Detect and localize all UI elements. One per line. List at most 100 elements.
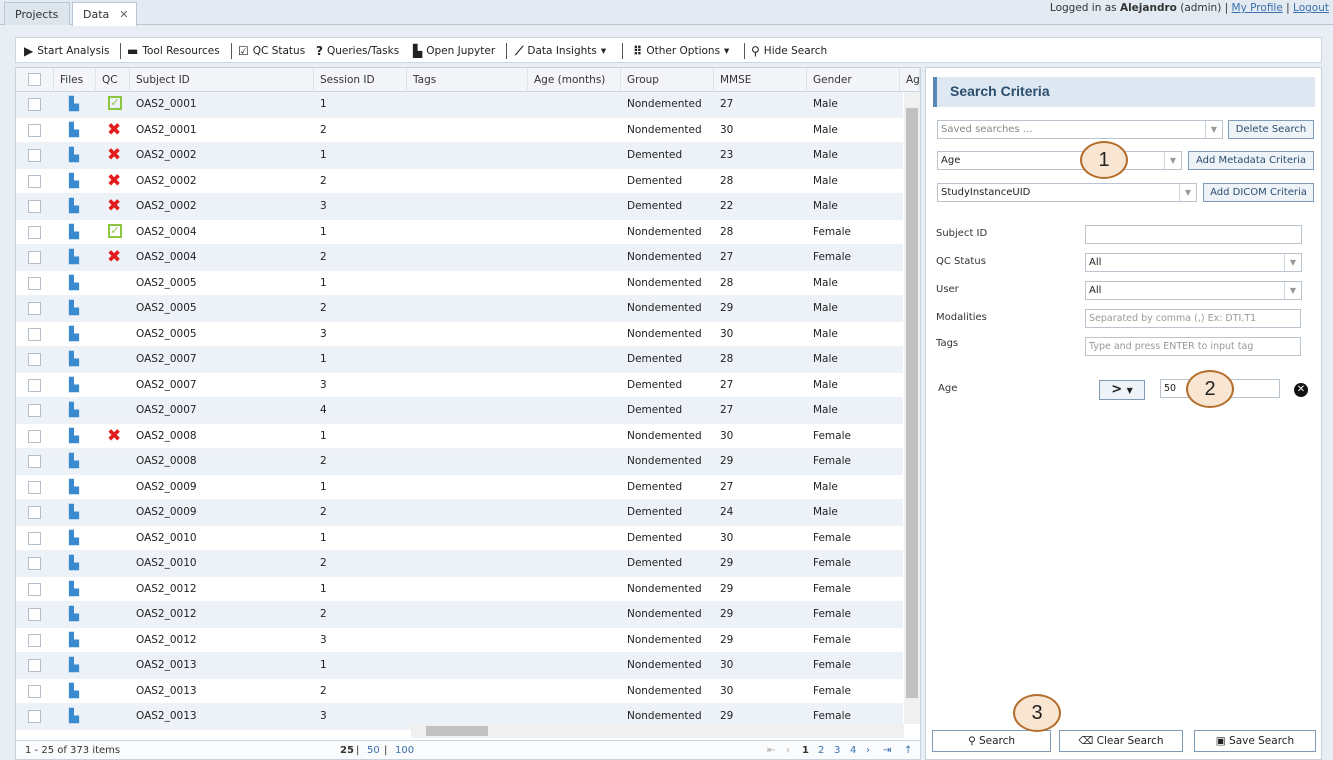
- row-checkbox[interactable]: [28, 633, 41, 647]
- qc-status-select[interactable]: All ▼: [1085, 253, 1302, 272]
- col-files[interactable]: Files: [54, 68, 96, 92]
- row-checkbox[interactable]: [28, 659, 41, 672]
- file-icon[interactable]: ▙: [69, 250, 81, 265]
- col-tags[interactable]: Tags: [407, 68, 528, 92]
- dicom-criteria-select[interactable]: StudyInstanceUID ▼: [937, 183, 1197, 202]
- table-row[interactable]: ▙ OAS2_0007 4 Demented 27 Male: [16, 398, 903, 424]
- row-checkbox[interactable]: [28, 98, 41, 111]
- search-button[interactable]: ⚲ Search: [932, 730, 1051, 752]
- last-page-icon[interactable]: ⇥: [883, 745, 891, 756]
- row-checkbox[interactable]: [28, 582, 41, 596]
- file-icon[interactable]: ▙: [69, 582, 81, 597]
- col-gender[interactable]: Gender: [807, 68, 900, 92]
- table-row[interactable]: ▙ OAS2_0013 1 Nondemented 30 Female: [16, 653, 903, 679]
- table-row[interactable]: ▙ ✖ OAS2_0008 1 Nondemented 30 Female: [16, 424, 903, 449]
- row-checkbox[interactable]: [28, 455, 41, 468]
- table-row[interactable]: ▙ OAS2_0013 2 Nondemented 30 Female: [16, 679, 903, 704]
- table-row[interactable]: ▙ OAS2_0012 3 Nondemented 29 Female: [16, 628, 903, 653]
- logout-link[interactable]: Logout: [1293, 2, 1329, 14]
- row-checkbox[interactable]: [28, 353, 41, 366]
- row-checkbox[interactable]: [28, 429, 41, 443]
- file-icon[interactable]: ▙: [69, 480, 81, 495]
- saved-searches-select[interactable]: Saved searches ... ▼: [937, 120, 1223, 139]
- row-checkbox[interactable]: [28, 531, 41, 545]
- col-age[interactable]: Ag: [900, 68, 920, 92]
- row-checkbox[interactable]: [28, 327, 41, 341]
- file-icon[interactable]: ▙: [69, 97, 81, 112]
- file-icon[interactable]: ▙: [69, 505, 81, 520]
- page-3[interactable]: 3: [834, 745, 840, 756]
- horizontal-scroll-thumb[interactable]: [426, 726, 488, 736]
- qc-status-button[interactable]: ☑ QC Status: [238, 42, 305, 60]
- file-icon[interactable]: ▙: [69, 658, 81, 673]
- subject-id-input[interactable]: [1085, 225, 1302, 244]
- table-row[interactable]: ▙ ✖ OAS2_0002 1 Demented 23 Male: [16, 143, 903, 169]
- next-page-icon[interactable]: ›: [866, 745, 870, 756]
- table-row[interactable]: ▙ OAS2_0007 3 Demented 27 Male: [16, 373, 903, 398]
- metadata-criteria-select[interactable]: Age ▼: [937, 151, 1182, 170]
- hide-search-button[interactable]: ⚲ Hide Search: [751, 42, 827, 60]
- file-icon[interactable]: ▙: [69, 531, 81, 546]
- clear-search-button[interactable]: ⌫ Clear Search: [1059, 730, 1183, 752]
- select-all-checkbox[interactable]: [28, 73, 41, 86]
- tab-projects[interactable]: Projects: [4, 2, 70, 25]
- file-icon[interactable]: ▙: [69, 301, 81, 316]
- col-mmse[interactable]: MMSE: [714, 68, 807, 92]
- table-row[interactable]: ▙ OAS2_0008 2 Nondemented 29 Female: [16, 449, 903, 475]
- table-row[interactable]: ▙ ✖ OAS2_0002 2 Demented 28 Male: [16, 169, 903, 194]
- table-row[interactable]: ▙ OAS2_0012 2 Nondemented 29 Female: [16, 602, 903, 628]
- file-icon[interactable]: ▙: [69, 403, 81, 418]
- my-profile-link[interactable]: My Profile: [1232, 2, 1283, 14]
- row-checkbox[interactable]: [28, 123, 41, 137]
- close-icon[interactable]: ✕: [119, 8, 128, 21]
- file-icon[interactable]: ▙: [69, 607, 81, 622]
- file-icon[interactable]: ▙: [69, 327, 81, 342]
- page-1[interactable]: 1: [802, 745, 809, 756]
- table-row[interactable]: ▙ OAS2_0005 3 Nondemented 30 Male: [16, 322, 903, 347]
- tool-resources-button[interactable]: ▬ Tool Resources: [127, 42, 220, 60]
- start-analysis-button[interactable]: ▶ Start Analysis: [24, 42, 109, 60]
- add-metadata-criteria-button[interactable]: Add Metadata Criteria: [1188, 151, 1314, 170]
- file-icon[interactable]: ▙: [69, 352, 81, 367]
- first-page-icon[interactable]: ⇤: [767, 745, 775, 756]
- table-row[interactable]: ▙ ✓ OAS2_0001 1 Nondemented 27 Male: [16, 92, 903, 118]
- tab-data[interactable]: Data ✕: [72, 2, 137, 26]
- file-icon[interactable]: ▙: [69, 633, 81, 648]
- page-4[interactable]: 4: [850, 745, 856, 756]
- row-checkbox[interactable]: [28, 276, 41, 290]
- row-checkbox[interactable]: [28, 608, 41, 621]
- file-icon[interactable]: ▙: [69, 174, 81, 189]
- vertical-scroll-thumb[interactable]: [906, 108, 918, 698]
- row-checkbox[interactable]: [28, 684, 41, 698]
- tags-input[interactable]: Type and press ENTER to input tag: [1085, 337, 1301, 356]
- file-icon[interactable]: ▙: [69, 684, 81, 699]
- col-subject-id[interactable]: Subject ID: [130, 68, 314, 92]
- save-search-button[interactable]: ▣ Save Search: [1194, 730, 1316, 752]
- row-checkbox[interactable]: [28, 557, 41, 570]
- row-checkbox[interactable]: [28, 710, 41, 723]
- file-icon[interactable]: ▙: [69, 276, 81, 291]
- open-jupyter-button[interactable]: ▙ Open Jupyter: [413, 42, 495, 60]
- file-icon[interactable]: ▙: [69, 378, 81, 393]
- file-icon[interactable]: ▙: [69, 556, 81, 571]
- table-row[interactable]: ▙ ✖ OAS2_0001 2 Nondemented 30 Male: [16, 118, 903, 143]
- file-icon[interactable]: ▙: [69, 123, 81, 138]
- page-2[interactable]: 2: [818, 745, 824, 756]
- row-checkbox[interactable]: [28, 174, 41, 188]
- col-qc[interactable]: QC: [96, 68, 130, 92]
- age-operator-select[interactable]: > ▼: [1099, 380, 1145, 400]
- row-checkbox[interactable]: [28, 225, 41, 239]
- add-dicom-criteria-button[interactable]: Add DICOM Criteria: [1203, 183, 1314, 202]
- table-row[interactable]: ▙ OAS2_0007 1 Demented 28 Male: [16, 347, 903, 373]
- page-size-25[interactable]: 25: [340, 745, 354, 756]
- remove-criteria-icon[interactable]: ✕: [1294, 383, 1308, 397]
- delete-search-button[interactable]: Delete Search: [1228, 120, 1314, 139]
- row-checkbox[interactable]: [28, 149, 41, 162]
- table-row[interactable]: ▙ OAS2_0005 1 Nondemented 28 Male: [16, 271, 903, 296]
- table-row[interactable]: ▙ ✖ OAS2_0004 2 Nondemented 27 Female: [16, 245, 903, 271]
- modalities-input[interactable]: Separated by comma (,) Ex: DTI,T1: [1085, 309, 1301, 328]
- file-icon[interactable]: ▙: [69, 225, 81, 240]
- table-row[interactable]: ▙ OAS2_0010 1 Demented 30 Female: [16, 526, 903, 551]
- col-age-months[interactable]: Age (months): [528, 68, 621, 92]
- file-icon[interactable]: ▙: [69, 429, 81, 444]
